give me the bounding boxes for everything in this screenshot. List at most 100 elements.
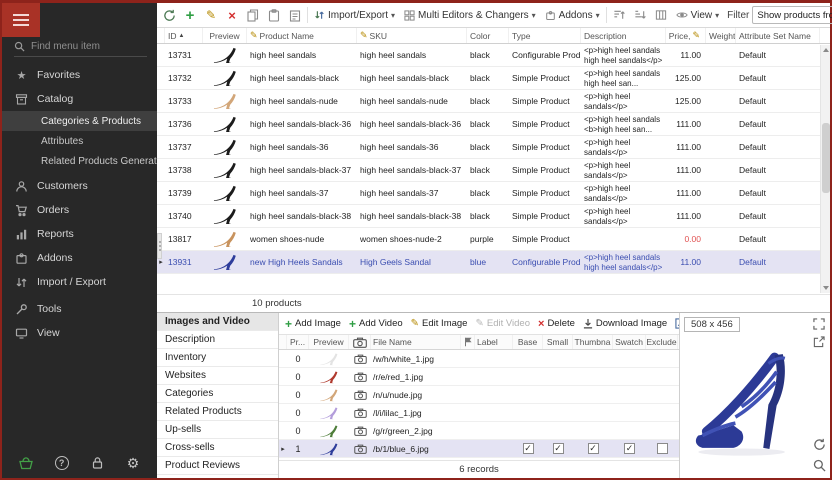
import-export-dropdown[interactable]: Import/Export ▾	[311, 7, 398, 23]
sidebar-item-customers[interactable]: Customers	[2, 174, 157, 198]
sort-descending-icon[interactable]	[631, 6, 649, 25]
image-row[interactable]: 0 /l/i/lilac_1.jpg	[279, 404, 679, 422]
paste-icon[interactable]	[265, 6, 283, 25]
tab-inventory[interactable]: Inventory	[157, 349, 278, 367]
category-filter-select[interactable]: Show products from selected categories ▾	[752, 6, 832, 24]
sidebar-item-import-export[interactable]: Import / Export	[2, 270, 157, 294]
table-row-selected[interactable]: ▸ 13931 new High Heels SandalsHigh Geels…	[157, 251, 830, 274]
column-header-base[interactable]: Base	[513, 335, 543, 349]
column-header-preview[interactable]: Preview	[203, 28, 247, 43]
column-header-preview[interactable]: Preview	[309, 335, 349, 349]
table-row[interactable]: 13738 high heel sandals-black-37high hee…	[157, 159, 830, 182]
search-input[interactable]	[31, 41, 141, 52]
sidebar-item-attributes[interactable]: Attributes	[2, 131, 157, 151]
column-header-position[interactable]: Pr...	[287, 335, 309, 349]
column-header-weight[interactable]: Weight	[706, 28, 736, 43]
hamburger-menu-icon[interactable]	[2, 3, 40, 37]
sidebar-item-reports[interactable]: Reports	[2, 222, 157, 246]
add-image-button[interactable]: +Add Image	[283, 315, 343, 333]
sidebar-item-favorites[interactable]: ★ Favorites	[2, 63, 157, 87]
column-header-attribute-set[interactable]: Attribute Set Name	[736, 28, 820, 43]
help-icon[interactable]: ?	[51, 452, 73, 474]
table-row[interactable]: 13817 women shoes-nudewomen shoes-nude-2…	[157, 228, 830, 251]
image-row[interactable]: 0 /n/u/nude.jpg	[279, 386, 679, 404]
sidebar-item-related-products-generator[interactable]: Related Products Generator	[2, 151, 157, 171]
table-row[interactable]: 13732 high heel sandals-blackhigh heel s…	[157, 67, 830, 90]
delete-product-button[interactable]: ×	[223, 6, 241, 25]
sidebar-item-catalog[interactable]: Catalog	[2, 87, 157, 111]
column-header-label[interactable]: Label	[475, 335, 513, 349]
tab-up-sells[interactable]: Up-sells	[157, 421, 278, 439]
column-header-id[interactable]: ID▲	[165, 28, 203, 43]
set-resize-rule-button[interactable]: Set Resize Rule	[673, 316, 679, 331]
zoom-icon[interactable]	[811, 457, 827, 473]
table-row[interactable]: 13731 high heel sandalshigh heel sandals…	[157, 44, 830, 67]
image-row[interactable]: 0 /w/h/white_1.jpg	[279, 350, 679, 368]
sidebar-item-categories-products[interactable]: Categories & Products	[2, 111, 157, 131]
scroll-up-icon[interactable]	[821, 45, 831, 55]
view-dropdown[interactable]: View ▾	[673, 8, 723, 23]
column-header-small[interactable]: Small	[543, 335, 573, 349]
refresh-icon[interactable]	[160, 6, 178, 25]
sidebar-item-tools[interactable]: Tools	[2, 297, 157, 321]
table-row[interactable]: 13736 high heel sandals-black-36high hee…	[157, 113, 830, 136]
copy-icon[interactable]	[244, 6, 262, 25]
fullscreen-icon[interactable]	[811, 316, 827, 332]
open-external-icon[interactable]	[811, 334, 827, 350]
swatch-checkbox[interactable]: ✓	[624, 443, 635, 454]
edit-product-button[interactable]: ✎	[202, 6, 220, 25]
tab-images-and-video[interactable]: Images and Video	[157, 313, 278, 331]
sidebar-item-orders[interactable]: Orders	[2, 198, 157, 222]
sort-ascending-icon[interactable]	[610, 6, 628, 25]
column-header-product-name[interactable]: ✎Product Name	[247, 28, 357, 43]
store-basket-icon[interactable]	[15, 452, 37, 474]
columns-icon[interactable]	[652, 6, 670, 25]
image-row[interactable]: 0 /r/e/red_1.jpg	[279, 368, 679, 386]
settings-gear-icon[interactable]: ⚙	[122, 452, 144, 474]
download-image-button[interactable]: Download Image	[581, 316, 669, 331]
column-header-file-name[interactable]: File Name	[371, 335, 461, 349]
table-row[interactable]: 13739 high heel sandals-37high heel sand…	[157, 182, 830, 205]
addons-dropdown[interactable]: Addons ▾	[542, 8, 603, 23]
camera-icon[interactable]	[349, 335, 371, 349]
duplicate-icon[interactable]	[286, 6, 304, 25]
image-row-selected[interactable]: ▸ 1 /b/1/blue_6.jpg ✓ ✓ ✓ ✓	[279, 440, 679, 458]
exclude-checkbox[interactable]	[657, 443, 668, 454]
rotate-icon[interactable]	[811, 436, 827, 452]
lock-icon[interactable]	[86, 452, 108, 474]
add-product-button[interactable]: +	[181, 6, 199, 25]
small-checkbox[interactable]: ✓	[553, 443, 564, 454]
scrollbar-thumb[interactable]	[822, 123, 830, 193]
tab-related-products[interactable]: Related Products	[157, 403, 278, 421]
sidebar-item-addons[interactable]: Addons	[2, 246, 157, 270]
tab-categories[interactable]: Categories	[157, 385, 278, 403]
tab-description[interactable]: Description	[157, 331, 278, 349]
grid-scrollbar[interactable]	[820, 45, 830, 293]
flag-icon[interactable]	[461, 335, 475, 349]
column-header-thumbnail[interactable]: Thumbna	[573, 335, 613, 349]
tab-product-reviews[interactable]: Product Reviews	[157, 457, 278, 475]
table-row[interactable]: 13740 high heel sandals-black-38high hee…	[157, 205, 830, 228]
column-header-type[interactable]: Type	[509, 28, 581, 43]
column-header-color[interactable]: Color	[467, 28, 509, 43]
column-header-exclude[interactable]: Exclude	[646, 335, 678, 349]
table-row[interactable]: 13733 high heel sandals-nudehigh heel sa…	[157, 90, 830, 113]
edit-image-button[interactable]: ✎Edit Image	[409, 316, 470, 331]
panel-splitter-grip[interactable]	[157, 233, 162, 259]
thumbnail-checkbox[interactable]: ✓	[588, 443, 599, 454]
column-header-price[interactable]: Price,✎	[666, 28, 706, 43]
column-header-swatch[interactable]: Swatch	[613, 335, 646, 349]
table-row[interactable]: 13737 high heel sandals-36high heel sand…	[157, 136, 830, 159]
add-video-button[interactable]: +Add Video	[347, 315, 405, 333]
edit-video-button[interactable]: ✎Edit Video	[473, 316, 532, 331]
multi-editors-dropdown[interactable]: Multi Editors & Changers ▾	[401, 8, 539, 23]
column-header-sku[interactable]: ✎SKU	[357, 28, 467, 43]
delete-image-button[interactable]: ×Delete	[536, 316, 577, 332]
scroll-down-icon[interactable]	[821, 283, 831, 293]
image-row[interactable]: 0 /g/r/green_2.jpg	[279, 422, 679, 440]
tab-cross-sells[interactable]: Cross-sells	[157, 439, 278, 457]
tab-websites[interactable]: Websites	[157, 367, 278, 385]
column-header-description[interactable]: Description	[581, 28, 666, 43]
base-checkbox[interactable]: ✓	[523, 443, 534, 454]
sidebar-item-view[interactable]: View	[2, 321, 157, 345]
